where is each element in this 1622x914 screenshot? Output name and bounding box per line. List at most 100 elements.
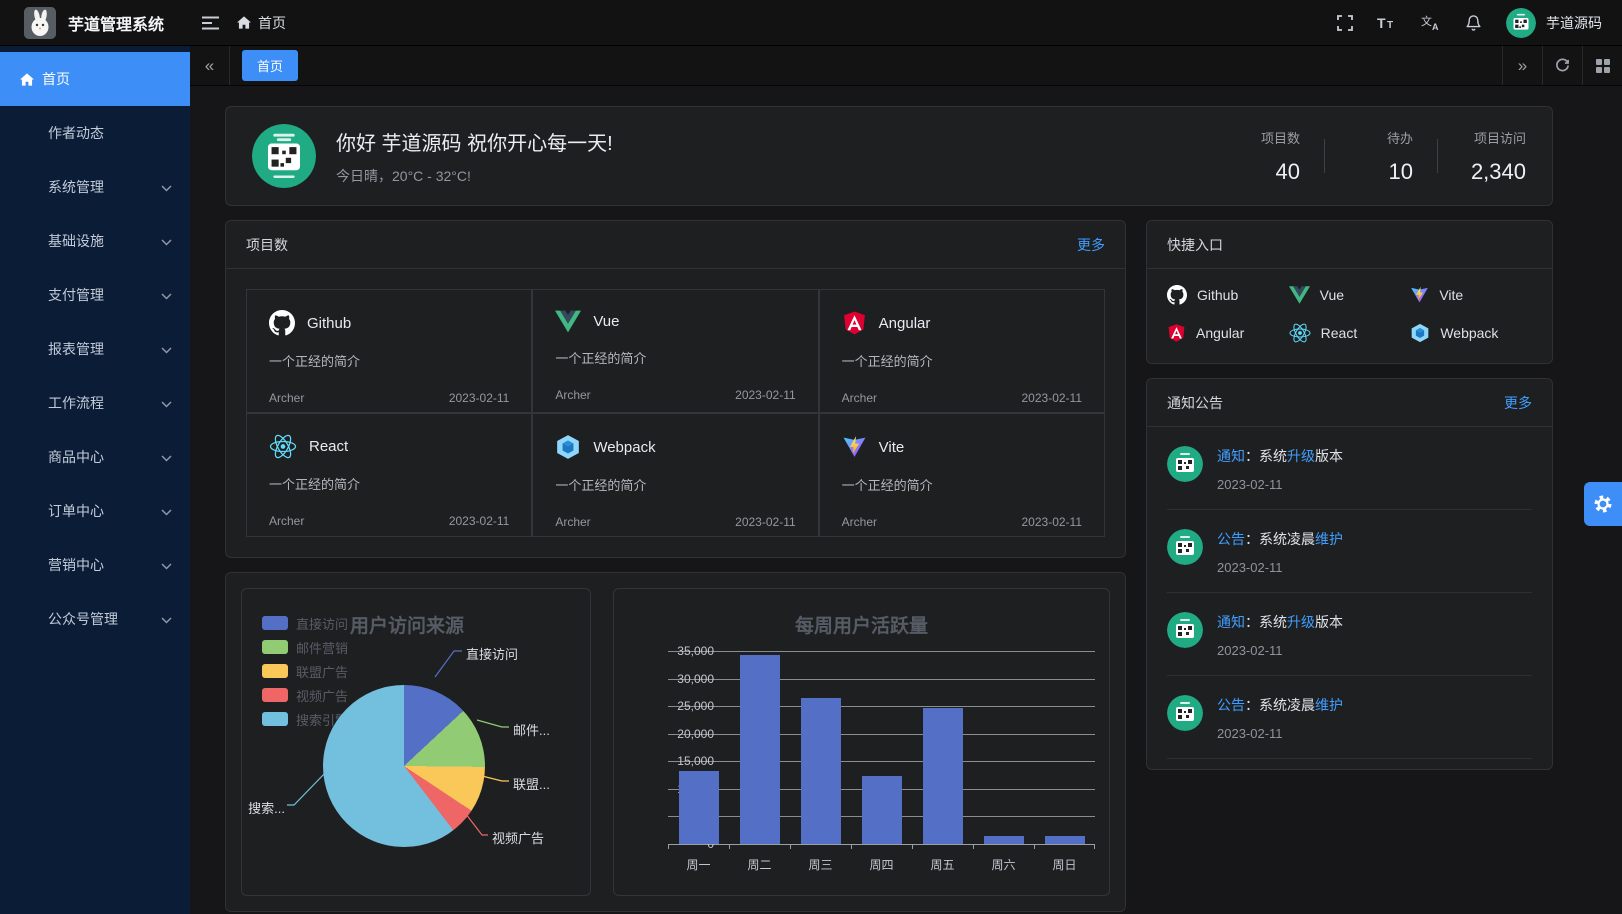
sidebar-item-system[interactable]: 系统管理 (0, 160, 190, 214)
chevron-down-icon (161, 395, 172, 411)
sidebar-item-infra[interactable]: 基础设施 (0, 214, 190, 268)
bar-thu[interactable] (862, 776, 902, 844)
vite-icon (1410, 285, 1429, 305)
quick-label: Angular (1196, 325, 1244, 341)
sidebar-item-product[interactable]: 商品中心 (0, 430, 190, 484)
divider (1324, 139, 1325, 173)
stat-visits: 项目访问 2,340 (1462, 128, 1526, 185)
project-card-angular[interactable]: Angular 一个正经的简介 Archer 2023-02-11 (819, 289, 1105, 413)
notice-item[interactable]: 公告：系统凌晨维护 2023-02-11 (1167, 676, 1532, 759)
notice-item[interactable]: 通知：系统升级版本 2023-02-11 (1167, 593, 1532, 676)
bar-mon[interactable] (679, 771, 719, 844)
bar-sat[interactable] (984, 836, 1024, 844)
project-card-vite[interactable]: Vite 一个正经的简介 Archer 2023-02-11 (819, 413, 1105, 537)
chevron-down-icon (161, 287, 172, 303)
notification-bell-icon[interactable] (1465, 14, 1482, 32)
font-size-icon[interactable]: TT (1377, 15, 1397, 31)
x-axis-tick: 周日 (1034, 856, 1095, 873)
tab-home[interactable]: 首页 (242, 50, 298, 81)
quick-vue[interactable]: Vue (1289, 285, 1411, 305)
x-axis-tick: 周五 (912, 856, 973, 873)
quick-label: Vite (1439, 287, 1463, 303)
x-axis-tick: 周四 (851, 856, 912, 873)
quick-vite[interactable]: Vite (1410, 285, 1532, 305)
project-author: Archer (555, 515, 590, 529)
sidebar-item-label: 首页 (42, 69, 70, 89)
sidebar-item-home[interactable]: 首页 (0, 52, 190, 106)
quick-github[interactable]: Github (1167, 285, 1289, 305)
pie-circle[interactable] (323, 685, 485, 847)
bar-fri[interactable] (923, 708, 963, 844)
project-card-vue[interactable]: Vue 一个正经的简介 Archer 2023-02-11 (532, 289, 818, 413)
notice-date: 2023-02-11 (1217, 560, 1343, 575)
refresh-icon[interactable] (1542, 46, 1582, 85)
top-navbar: 芋道管理系统 首页 TT 文A 芋道源码 (0, 0, 1622, 46)
quick-label: Vue (1320, 287, 1344, 303)
stat-value: 40 (1236, 159, 1300, 185)
bar-chart-title: 每周用户活跃量 (614, 611, 1109, 638)
project-card-webpack[interactable]: Webpack 一个正经的简介 Archer 2023-02-11 (532, 413, 818, 537)
translate-icon[interactable]: 文A (1421, 14, 1441, 31)
vue-icon (555, 310, 581, 333)
notice-more-link[interactable]: 更多 (1504, 393, 1532, 413)
chevron-down-icon (161, 179, 172, 195)
sidebar-item-report[interactable]: 报表管理 (0, 322, 190, 376)
sidebar-item-wechat[interactable]: 公众号管理 (0, 592, 190, 646)
sidebar-fold-icon[interactable] (202, 16, 219, 30)
bar-sun[interactable] (1045, 836, 1085, 844)
layout-grid-icon[interactable] (1582, 46, 1622, 85)
quick-webpack[interactable]: Webpack (1410, 323, 1532, 343)
tabs-scroll-left-icon[interactable]: « (190, 46, 230, 85)
webpack-icon (555, 434, 581, 460)
sidebar-item-workflow[interactable]: 工作流程 (0, 376, 190, 430)
notice-item[interactable]: 通知：系统升级版本 2023-02-11 (1167, 427, 1532, 510)
angular-icon (1167, 323, 1186, 343)
sidebar-item-order[interactable]: 订单中心 (0, 484, 190, 538)
project-card-github[interactable]: Github 一个正经的简介 Archer 2023-02-11 (246, 289, 532, 413)
notice-text: 系统 (1259, 448, 1287, 464)
pie-chart-title: 用户访问来源 (350, 611, 464, 638)
bar-tue[interactable] (740, 655, 780, 844)
quick-label: React (1321, 325, 1358, 341)
legend-item[interactable]: 邮件营销 (262, 635, 348, 659)
sidebar-item-label: 订单中心 (48, 501, 104, 521)
notice-item[interactable]: 公告：系统凌晨维护 2023-02-11 (1167, 510, 1532, 593)
notice-tag: 通知 (1217, 448, 1245, 464)
quick-react[interactable]: React (1289, 323, 1411, 343)
notice-date: 2023-02-11 (1217, 643, 1343, 658)
vite-icon (842, 434, 867, 460)
divider (1437, 139, 1438, 173)
legend-item[interactable]: 联盟广告 (262, 659, 348, 683)
quick-angular[interactable]: Angular (1167, 323, 1289, 343)
legend-item[interactable]: 视频广告 (262, 683, 348, 707)
tabs-scroll-right-icon[interactable]: » (1502, 46, 1542, 85)
brand: 芋道管理系统 (0, 7, 190, 39)
notice-text: 版本 (1315, 614, 1343, 630)
project-name: Vite (879, 439, 905, 456)
sidebar-item-author-news[interactable]: 作者动态 (0, 106, 190, 160)
legend-item[interactable]: 直接访问 (262, 611, 348, 635)
user-avatar (1506, 8, 1536, 38)
legend-swatch (262, 616, 288, 630)
notice-sep: ： (1245, 448, 1259, 464)
pie-chart: 用户访问来源 直接访问 邮件营销 联盟广告 视频广告 搜索引擎 (241, 588, 591, 896)
notice-avatar (1167, 446, 1203, 482)
sidebar-item-payment[interactable]: 支付管理 (0, 268, 190, 322)
sidebar-item-label: 营销中心 (48, 555, 104, 575)
notice-card-title: 通知公告 (1167, 393, 1223, 413)
projects-more-link[interactable]: 更多 (1077, 235, 1105, 255)
project-card-react[interactable]: React 一个正经的简介 Archer 2023-02-11 (246, 413, 532, 537)
breadcrumb[interactable]: 首页 (237, 13, 286, 33)
settings-fab[interactable] (1584, 482, 1622, 526)
project-desc: 一个正经的简介 (555, 475, 795, 494)
tab-bar: « 首页 » (190, 46, 1622, 86)
bar-wed[interactable] (801, 698, 841, 844)
github-icon (1167, 285, 1187, 305)
user-menu[interactable]: 芋道源码 (1506, 8, 1602, 38)
fullscreen-icon[interactable] (1337, 15, 1353, 31)
sidebar-item-marketing[interactable]: 营销中心 (0, 538, 190, 592)
project-name: Github (307, 315, 351, 332)
legend-swatch (262, 712, 288, 726)
svg-text:T: T (1377, 15, 1386, 31)
x-axis-tick: 周二 (729, 856, 790, 873)
